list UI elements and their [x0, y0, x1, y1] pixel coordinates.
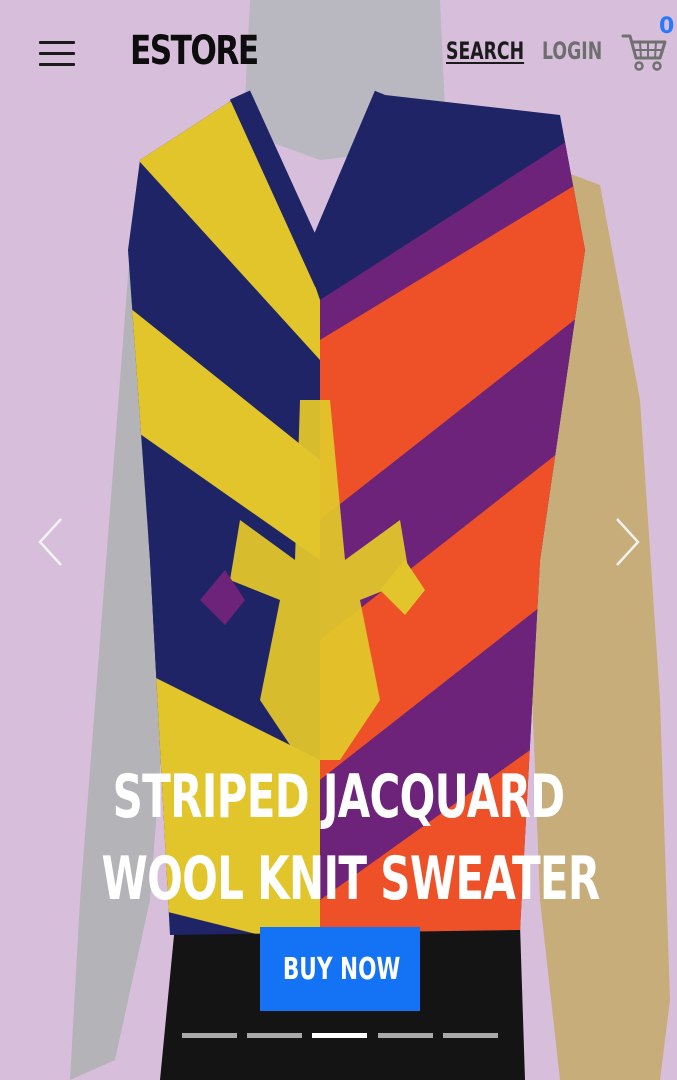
chevron-left-icon[interactable]	[36, 516, 66, 568]
carousel-indicator[interactable]	[312, 1033, 367, 1038]
nav-login-link[interactable]: LOGIN	[542, 36, 602, 66]
nav-search-link[interactable]: SEARCH	[446, 36, 524, 66]
hamburger-menu-icon[interactable]	[36, 38, 78, 70]
top-navbar: ESTORE SEARCH LOGIN 0	[0, 0, 677, 100]
carousel-indicators	[182, 1033, 502, 1039]
carousel-indicator[interactable]	[443, 1033, 498, 1038]
brand-logo[interactable]: ESTORE	[130, 26, 259, 76]
cart-count-badge: 0	[659, 14, 675, 39]
carousel-indicator[interactable]	[247, 1033, 302, 1038]
chevron-right-icon[interactable]	[612, 516, 642, 568]
hero-title-line: WOOL KNIT SWEATER	[101, 844, 601, 914]
carousel-indicator[interactable]	[182, 1033, 237, 1038]
buy-now-button[interactable]: BUY NOW	[260, 927, 420, 1011]
hero-page: ESTORE SEARCH LOGIN 0 STRIPED JACQUARD W…	[0, 0, 677, 1080]
hero-title: STRIPED JACQUARD WOOL KNIT SWEATER	[0, 756, 677, 920]
carousel-indicator[interactable]	[378, 1033, 433, 1038]
buy-now-label: BUY NOW	[282, 951, 401, 987]
hero-title-line: STRIPED JACQUARD	[112, 762, 566, 832]
